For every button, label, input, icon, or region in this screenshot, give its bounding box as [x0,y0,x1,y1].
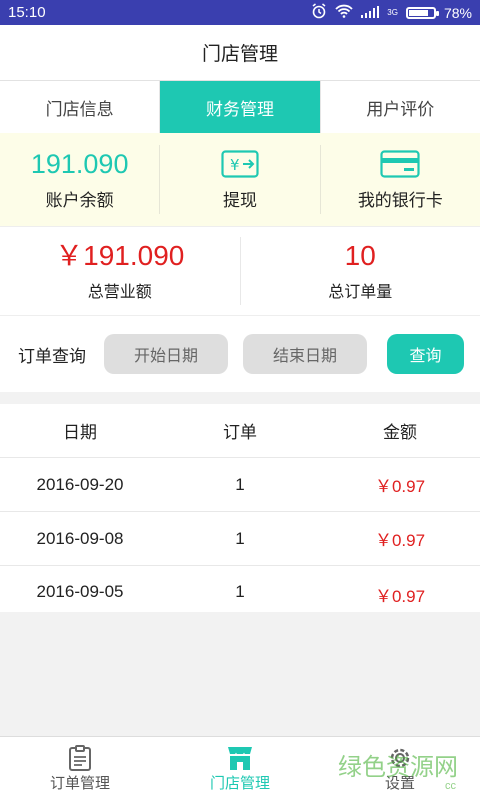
withdraw-button[interactable]: ¥ 提现 [160,145,321,214]
status-icons: 3G 78% [311,3,472,22]
bank-card-icon [380,148,420,180]
signal-icon [361,5,380,21]
row-date: 2016-09-05 [36,582,124,601]
row-amount: ￥0.97 [374,477,426,496]
column-header-amount: 金额 [383,423,417,443]
nav-label: 门店管理 [209,774,270,792]
withdraw-icon: ¥ [221,148,259,180]
order-query-bar: 订单查询 开始日期 结束日期 查询 [0,316,480,392]
status-time: 15:10 [8,4,46,21]
nav-label: 订单管理 [49,774,110,792]
query-button[interactable]: 查询 [387,334,464,374]
battery-percent: 78% [443,4,472,21]
balance-cell: 191.090 账户余额 [0,145,161,214]
orders-value: 10 [344,240,376,271]
column-header-date: 日期 [63,423,97,443]
row-orders: 1 [235,474,245,494]
nav-store[interactable]: 门店管理 [160,737,320,800]
store-icon [226,744,254,772]
tab-bar: 门店信息 财务管理 用户评价 [0,81,480,133]
tab-store-info[interactable]: 门店信息 [0,81,161,133]
battery-icon [405,6,439,19]
tab-label: 用户评价 [366,99,435,120]
row-orders: 1 [235,582,245,601]
balance-label: 账户余额 [45,191,114,211]
table-header: 日期 订单 金额 [0,404,480,458]
clipboard-icon [68,744,92,772]
watermark-url: cc [445,780,456,792]
tab-finance[interactable]: 财务管理 [160,81,321,133]
tab-label: 门店信息 [45,99,114,120]
revenue-label: 总营业额 [87,282,152,301]
end-date-button[interactable]: 结束日期 [243,334,367,374]
status-bar: 15:10 3G 78% [0,0,480,25]
account-summary: 191.090 账户余额 ¥ 提现 我的银行卡 [0,133,480,226]
row-date: 2016-09-08 [36,528,124,548]
row-amount: ￥0.97 [374,531,426,550]
withdraw-label: 提现 [222,191,257,211]
revenue-value: ￥191.090 [55,240,185,271]
watermark-logo: 绿色资源网 [338,753,458,781]
wifi-icon [335,4,353,21]
network-type: 3G [387,8,398,17]
bank-card-label: 我的银行卡 [357,191,443,211]
svg-text:¥: ¥ [230,156,240,174]
nav-orders[interactable]: 订单管理 [0,737,160,800]
table-row[interactable]: 2016-09-20 1 ￥0.97 [0,458,480,512]
table-row[interactable]: 2016-09-05 1 ￥0.97 [0,566,480,612]
start-date-button[interactable]: 开始日期 [104,334,228,374]
page-header: 门店管理 [0,25,480,81]
tab-label: 财务管理 [205,99,274,120]
page-title: 门店管理 [201,43,278,65]
alarm-icon [311,3,327,22]
query-label: 订单查询 [18,346,86,367]
orders-label: 总订单量 [328,282,393,301]
row-date: 2016-09-20 [36,474,124,494]
column-header-orders: 订单 [223,423,257,443]
order-table: 日期 订单 金额 2016-09-20 1 ￥0.97 2016-09-08 1… [0,404,480,612]
totals: ￥191.090 总营业额 10 总订单量 [0,226,480,316]
tab-reviews[interactable]: 用户评价 [321,81,480,133]
orders-cell: 10 总订单量 [241,237,480,305]
balance-value: 191.090 [30,149,129,179]
row-amount: ￥0.97 [374,587,426,606]
row-orders: 1 [235,528,245,548]
revenue-cell: ￥191.090 总营业额 [0,237,241,305]
bank-card-button[interactable]: 我的银行卡 [321,145,480,214]
table-row[interactable]: 2016-09-08 1 ￥0.97 [0,512,480,566]
